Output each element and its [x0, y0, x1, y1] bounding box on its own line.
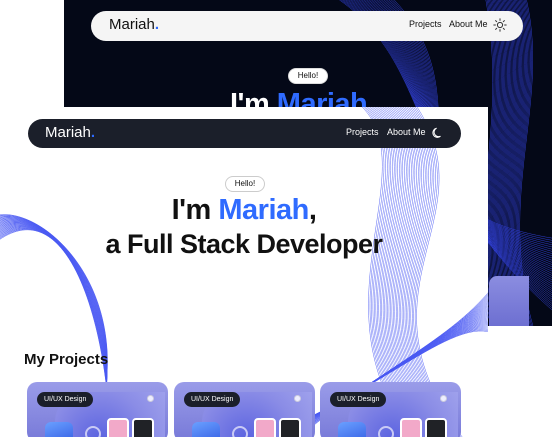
hello-pill: Hello! — [225, 176, 265, 192]
app-tile-image — [192, 422, 220, 437]
phone-screen-image — [400, 418, 422, 437]
phone-screen-image — [132, 418, 154, 437]
top-navbar: Mariah. Projects About Me — [91, 11, 523, 41]
project-tag-badge: UI/UX Design — [330, 392, 387, 407]
phone-screen-image — [107, 418, 129, 437]
phone-screen-image — [279, 418, 301, 437]
nav-projects-link[interactable]: Projects — [409, 19, 442, 29]
sun-icon[interactable] — [493, 18, 507, 32]
ring-decoration — [232, 426, 248, 437]
phone-screen-image — [425, 418, 447, 437]
site-logo[interactable]: Mariah. — [109, 16, 159, 33]
top-navbar: Mariah. Projects About Me — [28, 119, 461, 148]
ring-decoration — [85, 426, 101, 437]
project-tag-badge: UI/UX Design — [184, 392, 241, 407]
card-control-icon — [147, 395, 154, 402]
site-logo[interactable]: Mariah. — [45, 124, 95, 141]
hero-headline: I'm Mariah, — [171, 194, 317, 226]
project-card[interactable]: UI/UX Design — [27, 382, 168, 437]
project-card[interactable]: UI/UX Design — [320, 382, 461, 437]
section-title-projects: My Projects — [24, 351, 109, 368]
phone-screen-image — [254, 418, 276, 437]
nav-about-link[interactable]: About Me — [449, 19, 488, 29]
project-card-peek[interactable] — [489, 276, 529, 326]
light-theme-preview: Mariah. Projects About Me Hello! I'm Mar… — [0, 107, 488, 437]
app-tile-image — [338, 422, 366, 437]
hello-pill: Hello! — [288, 68, 328, 84]
nav-projects-link[interactable]: Projects — [346, 127, 379, 137]
app-tile-image — [45, 422, 73, 437]
ring-decoration — [378, 426, 394, 437]
project-tag-badge: UI/UX Design — [37, 392, 94, 407]
hero-subheadline: a Full Stack Developer — [105, 229, 383, 259]
card-control-icon — [440, 395, 447, 402]
nav-about-link[interactable]: About Me — [387, 127, 426, 137]
project-card[interactable]: UI/UX Design — [174, 382, 315, 437]
moon-icon[interactable] — [432, 127, 444, 139]
card-control-icon — [294, 395, 301, 402]
